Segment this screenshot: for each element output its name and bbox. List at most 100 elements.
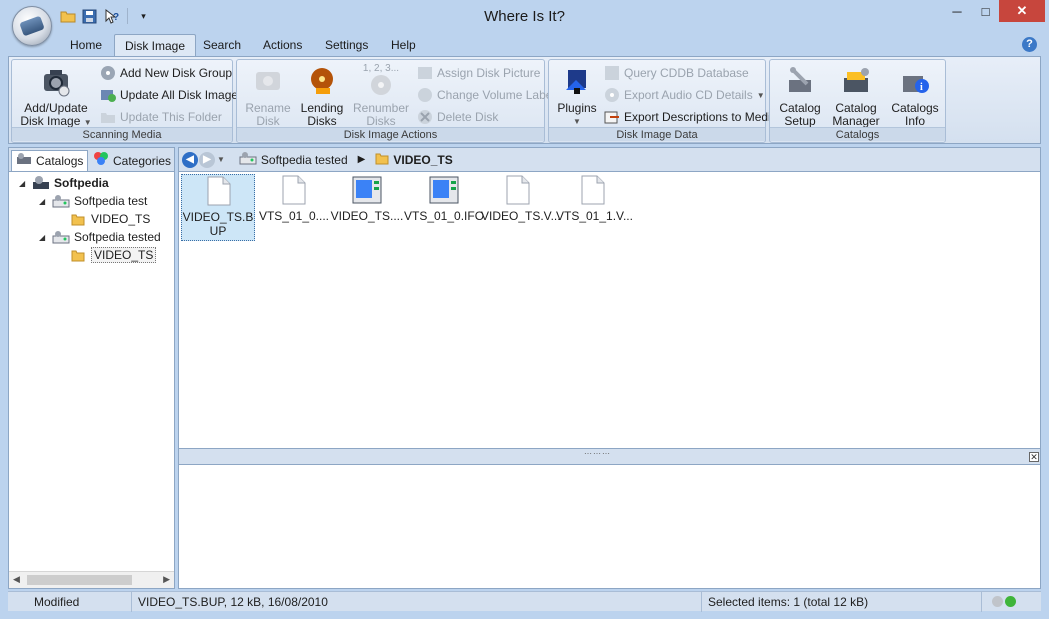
collapse-arrow-icon[interactable]: ◢	[39, 233, 48, 242]
add-new-disk-group-button[interactable]: Add New Disk Group	[100, 63, 232, 83]
export-descriptions-icon	[604, 109, 620, 125]
status-selection: Selected items: 1 (total 12 kB)	[702, 592, 982, 612]
catalog-manager-button[interactable]: Catalog Manager	[829, 64, 883, 128]
breadcrumb-folder[interactable]: VIDEO_TS	[393, 153, 452, 167]
ifo-file-icon	[330, 174, 404, 206]
update-this-folder-button[interactable]: Update This Folder	[100, 107, 222, 127]
renumber-disks-button[interactable]: 1, 2, 3... Renumber Disks	[351, 62, 411, 128]
disc-icon	[19, 15, 45, 37]
tree-node-label: VIDEO_TS	[91, 212, 151, 226]
tab-categories-label: Categories	[113, 153, 172, 168]
delete-disk-button[interactable]: Delete Disk	[417, 107, 498, 127]
status-indicator-icon	[1005, 596, 1016, 607]
close-button[interactable]: ✕	[999, 0, 1045, 22]
file-item[interactable]: VIDEO_TS.V...	[481, 174, 561, 223]
file-item[interactable]: VTS_01_1.V...	[556, 174, 633, 223]
catalogs-info-button[interactable]: i Catalogs Info	[887, 64, 943, 128]
tree-node-catalog[interactable]: ◢ Softpedia	[19, 174, 109, 192]
change-volume-label-button[interactable]: Change Volume Label	[417, 85, 555, 105]
minimize-button[interactable]: ─	[942, 0, 972, 22]
disk-drive-icon	[52, 193, 70, 209]
close-preview-icon[interactable]: ✕	[1029, 452, 1039, 462]
scroll-right-icon[interactable]: ▶	[163, 574, 170, 585]
export-audio-cd-button[interactable]: Export Audio CD Details ▼	[604, 85, 765, 105]
catalog-setup-icon	[783, 64, 817, 98]
tab-home[interactable]: Home	[60, 34, 112, 56]
query-cddb-label: Query CDDB Database	[624, 66, 749, 80]
group-disk-image-data: Plugins ▼ Query CDDB Database Export Aud…	[548, 59, 777, 143]
categories-icon	[93, 151, 109, 171]
update-all-disk-images-button[interactable]: Update All Disk Images	[100, 85, 244, 105]
tab-settings[interactable]: Settings	[315, 34, 378, 56]
maximize-button[interactable]: □	[972, 0, 999, 22]
renumber-disk-icon	[364, 72, 398, 98]
group-disk-image-actions: Rename Disk Lending Disks 1, 2, 3... Ren…	[236, 59, 555, 143]
lending-disks-button[interactable]: Lending Disks	[297, 64, 347, 128]
history-dropdown-icon[interactable]: ▼	[217, 155, 225, 164]
scrollbar-thumb[interactable]	[27, 575, 132, 585]
renumber-numbers: 1, 2, 3...	[362, 63, 400, 74]
group-scanning-media: Add/Update Disk Image ▼ Add New Disk Gro…	[11, 59, 244, 143]
tab-catalogs[interactable]: Catalogs	[11, 150, 89, 171]
disk-drive-icon	[239, 151, 257, 168]
group-label-disk-image-actions: Disk Image Actions	[237, 127, 544, 141]
file-item[interactable]: VIDEO_TS.BUP	[181, 174, 255, 241]
pane-splitter[interactable]: ⋯⋯⋯ ✕	[178, 449, 1041, 464]
rename-disk-button[interactable]: Rename Disk	[243, 64, 293, 128]
export-descriptions-button[interactable]: Export Descriptions to Media	[604, 107, 777, 127]
status-state: Modified	[8, 592, 132, 612]
group-label-scanning-media: Scanning Media	[12, 127, 232, 141]
file-item[interactable]: VTS_01_0.IFO	[404, 174, 484, 223]
catalog-setup-button[interactable]: Catalog Setup	[774, 64, 826, 128]
tree-node-label: Softpedia test	[74, 194, 148, 208]
back-icon[interactable]: ◀	[182, 151, 198, 168]
dropdown-arrow-icon: ▼	[756, 90, 765, 100]
tree-node-label: Softpedia tested	[74, 230, 161, 244]
breadcrumb-disk[interactable]: Softpedia tested	[261, 153, 348, 167]
tab-categories[interactable]: Categories	[89, 150, 175, 171]
tree-node-disk[interactable]: ◢ Softpedia tested	[39, 228, 161, 246]
help-icon[interactable]: ?	[1022, 37, 1037, 52]
catalogs-info-icon: i	[898, 64, 932, 98]
plugins-button[interactable]: Plugins ▼	[553, 64, 601, 128]
export-descriptions-label: Export Descriptions to Media	[624, 110, 778, 124]
file-item[interactable]: VIDEO_TS....	[330, 174, 404, 223]
tree-node-disk[interactable]: ◢ Softpedia test	[39, 192, 147, 210]
tree-node-label: Softpedia	[54, 176, 109, 190]
breadcrumb-separator-icon[interactable]: ▶	[358, 154, 366, 165]
assign-disk-picture-label: Assign Disk Picture	[437, 66, 541, 80]
description-preview-pane[interactable]	[178, 464, 1041, 589]
update-this-folder-label: Update This Folder	[120, 110, 222, 124]
tab-disk-image[interactable]: Disk Image	[114, 34, 197, 56]
update-all-disk-images-label: Update All Disk Images	[120, 88, 245, 102]
collapse-arrow-icon[interactable]: ◢	[39, 197, 48, 206]
splitter-grip-icon[interactable]: ⋯⋯⋯	[584, 449, 611, 458]
file-name: VIDEO_TS.V...	[481, 209, 561, 223]
group-catalogs: Catalog Setup Catalog Manager i Catalogs…	[769, 59, 946, 143]
forward-icon[interactable]: ▶	[199, 151, 215, 168]
audio-cd-icon	[604, 87, 620, 103]
folder-icon	[69, 211, 87, 227]
group-label-catalogs: Catalogs	[770, 127, 945, 141]
tab-actions[interactable]: Actions	[253, 34, 312, 56]
scroll-left-icon[interactable]: ◀	[13, 574, 20, 585]
tree-node-folder[interactable]: VIDEO_TS	[69, 210, 150, 228]
collapse-arrow-icon[interactable]: ◢	[19, 179, 28, 188]
tree-node-folder-selected[interactable]: VIDEO_TS	[69, 246, 157, 264]
file-name: VTS_01_0.IFO	[404, 209, 485, 223]
file-name: VIDEO_TS.BUP	[182, 210, 254, 238]
file-name: VTS_01_1.V...	[556, 209, 633, 223]
tab-search[interactable]: Search	[193, 34, 251, 56]
add-update-disk-image-button[interactable]: Add/Update Disk Image ▼	[16, 64, 96, 129]
file-item[interactable]: VTS_01_0....	[257, 174, 331, 223]
assign-disk-picture-button[interactable]: Assign Disk Picture	[417, 63, 540, 83]
catalog-manager-icon	[839, 64, 873, 98]
query-cddb-button[interactable]: Query CDDB Database	[604, 63, 749, 83]
horizontal-scrollbar[interactable]: ◀ ▶	[9, 571, 174, 588]
freedb-icon	[604, 65, 620, 81]
disk-group-icon	[100, 65, 116, 81]
svg-text:i: i	[920, 82, 923, 93]
application-menu-button[interactable]	[12, 6, 52, 46]
tab-help[interactable]: Help	[381, 34, 426, 56]
ribbon: Add/Update Disk Image ▼ Add New Disk Gro…	[8, 56, 1041, 144]
